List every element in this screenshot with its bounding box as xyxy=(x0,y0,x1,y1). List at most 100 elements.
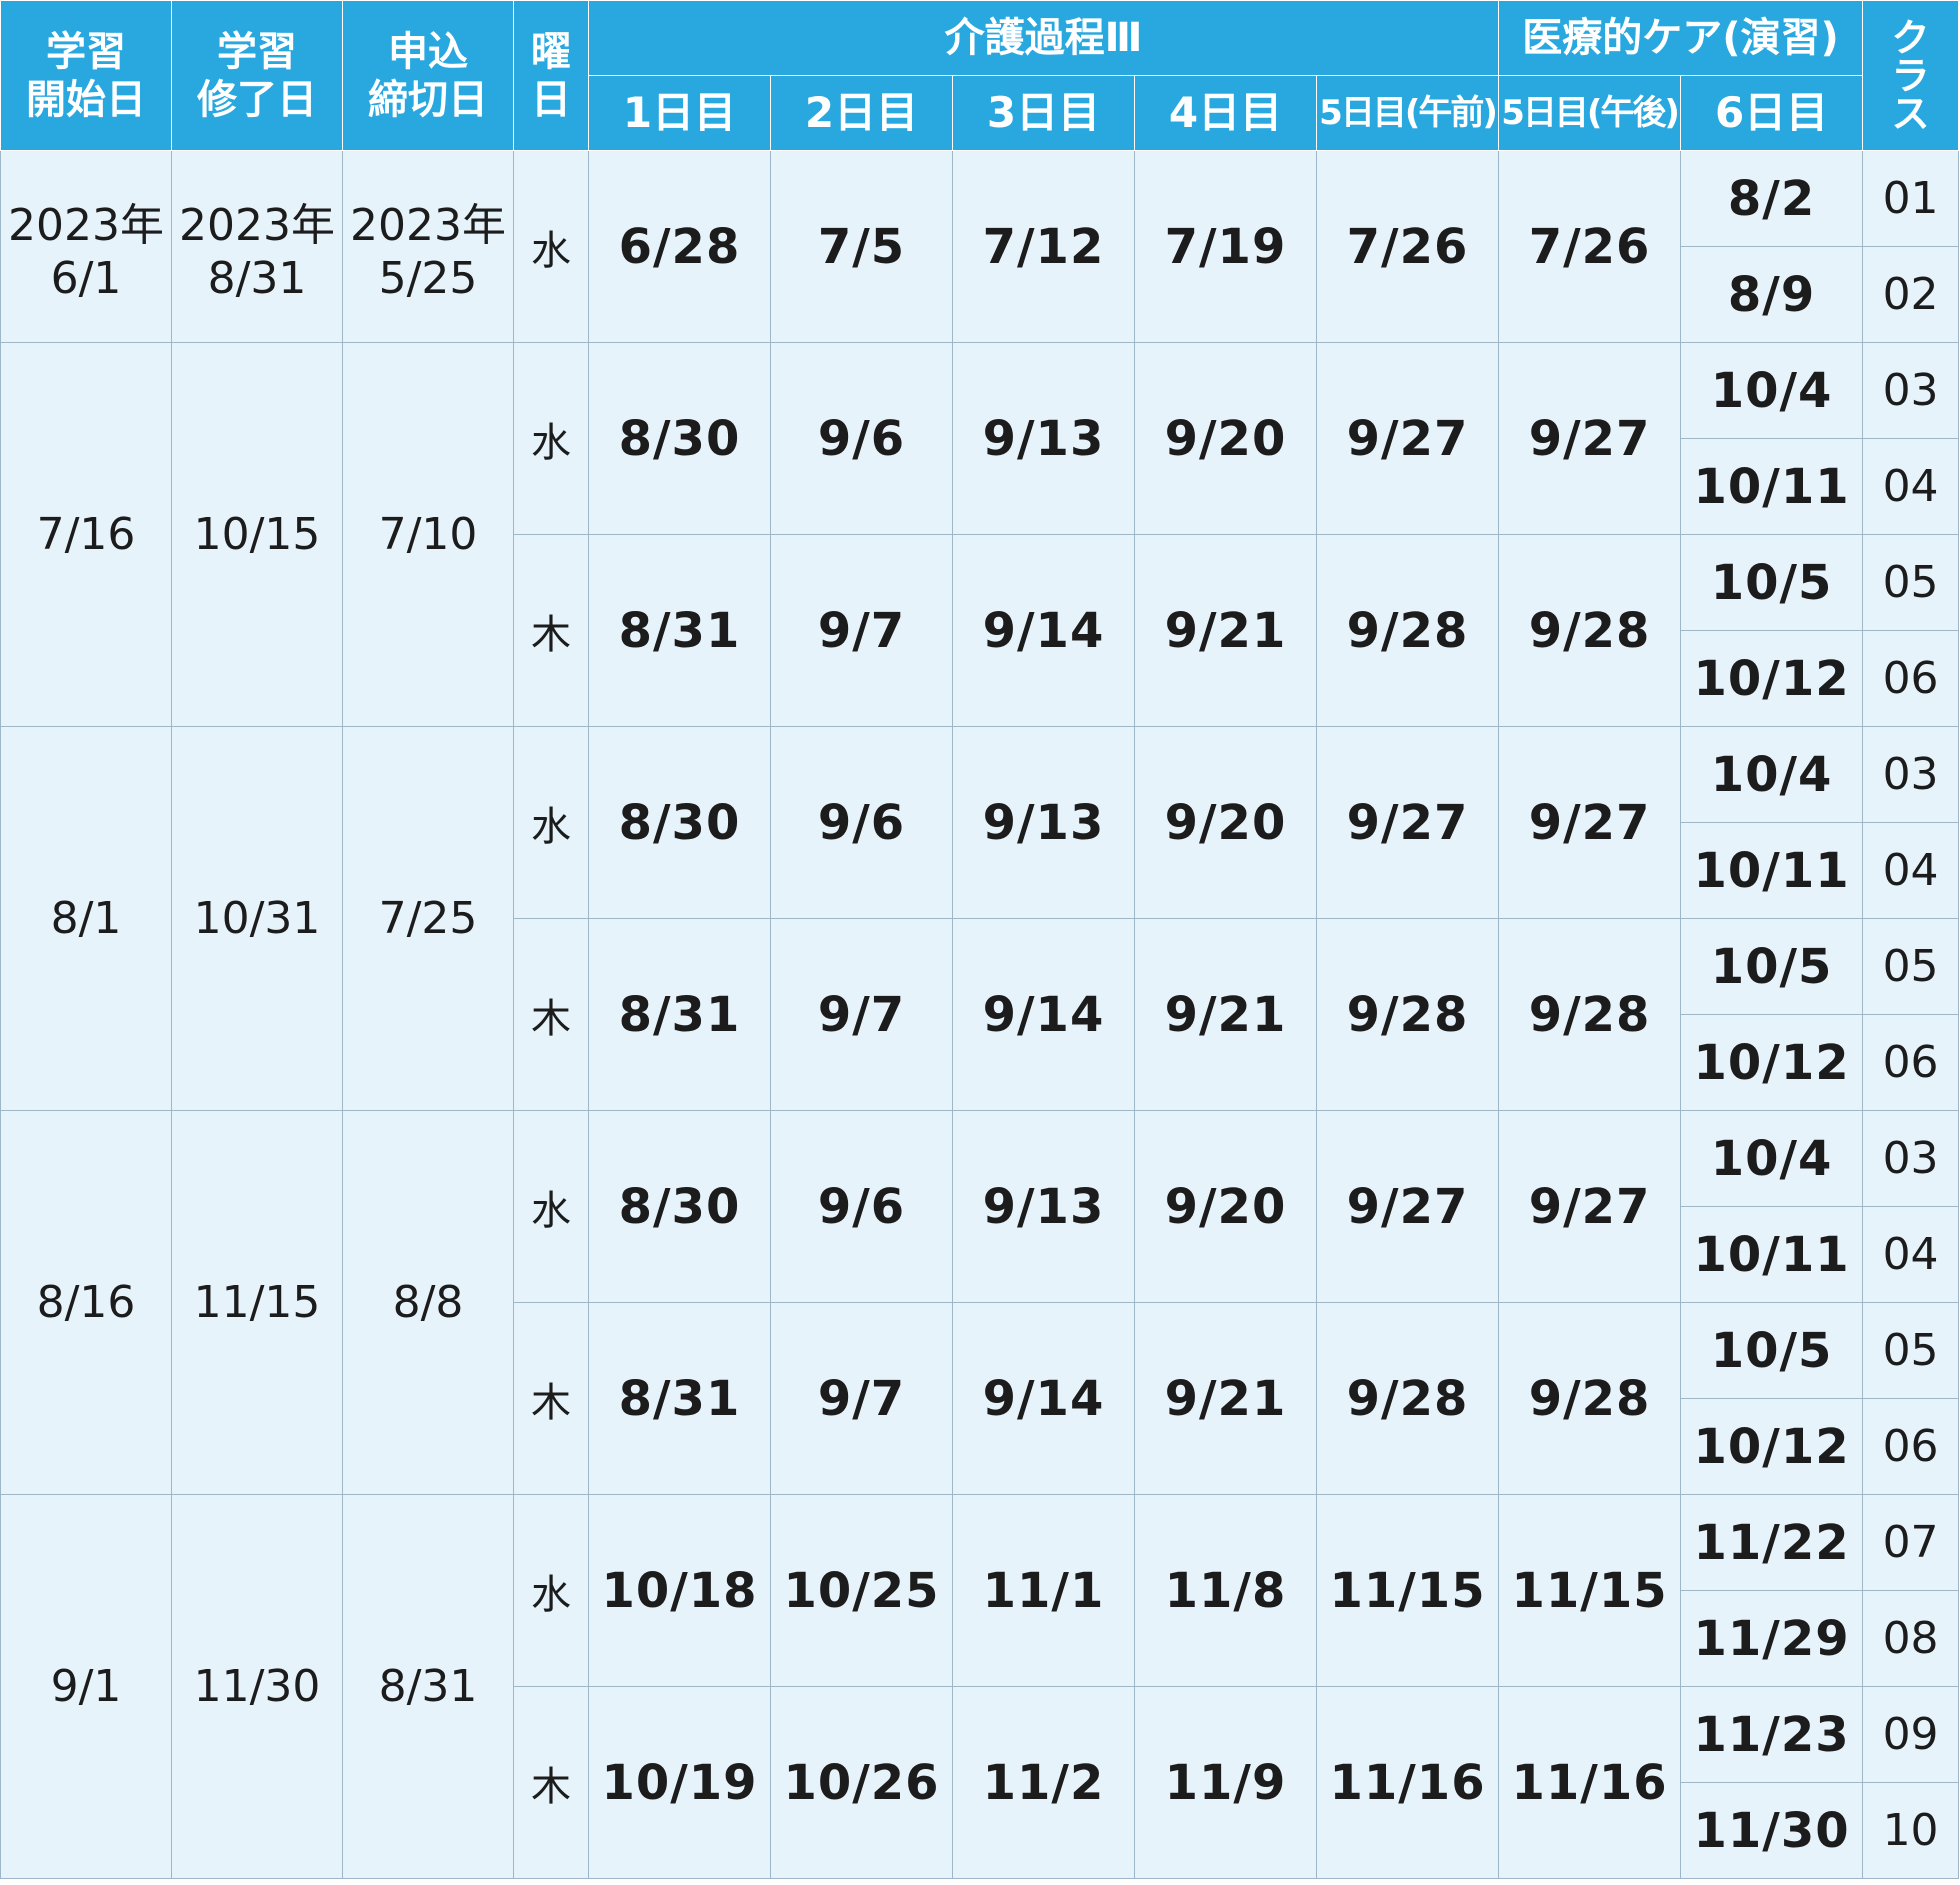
cell-class: 10 xyxy=(1862,1782,1960,1879)
cell-day-3: 9/14 xyxy=(952,1302,1135,1495)
cell-day-6: 9/27 xyxy=(1498,1110,1682,1303)
cell-day-3: 7/12 xyxy=(952,150,1135,343)
cell-end-date: 10/31 xyxy=(171,726,343,1111)
cell-day-6: 11/30 xyxy=(1680,1782,1864,1879)
cell-class: 06 xyxy=(1862,1398,1960,1495)
cell-class: 08 xyxy=(1862,1590,1960,1687)
cell-day-2: 9/6 xyxy=(770,342,953,535)
cell-day-6: 10/12 xyxy=(1680,630,1864,727)
table-row: 8/1 10/31 7/25 水 8/30 9/6 9/13 9/20 9/27 9/27 10/4… xyxy=(0,726,1960,1111)
cell-class: 09 xyxy=(1862,1686,1960,1783)
cell-class: 06 xyxy=(1862,630,1960,727)
cell-day-5: 7/26 xyxy=(1315,150,1500,343)
cell-day-5: 11/15 xyxy=(1315,1494,1500,1687)
cell-weekday: 水 xyxy=(513,342,589,535)
schedule-table: 学習 開始日 学習 修了日 申込 締切日 曜 日 介護過程Ⅲ 医療的ケア(演習)… xyxy=(0,0,1960,1879)
cell-start-date: 2023年 6/1 xyxy=(0,150,172,343)
cell-deadline: 7/10 xyxy=(342,342,514,727)
cell-day-2: 9/7 xyxy=(770,1302,953,1495)
cell-day-4: 11/8 xyxy=(1134,1494,1317,1687)
cell-class: 01 xyxy=(1862,150,1960,247)
cell-weekday: 木 xyxy=(513,918,589,1111)
cell-class: 05 xyxy=(1862,534,1960,631)
cell-day-6: 10/5 xyxy=(1680,1302,1864,1399)
cell-deadline: 7/25 xyxy=(342,726,514,1111)
cell-class: 04 xyxy=(1862,1206,1960,1303)
cell-day-6: 10/12 xyxy=(1680,1398,1864,1495)
cell-day-5: 9/28 xyxy=(1315,534,1500,727)
cell-day-6: 10/12 xyxy=(1680,1014,1864,1111)
cell-deadline: 2023年 5/25 xyxy=(342,150,514,343)
cell-day-4: 9/20 xyxy=(1134,1110,1317,1303)
cell-day-4: 9/21 xyxy=(1134,534,1317,727)
cell-end-date: 2023年 8/31 xyxy=(171,150,343,343)
cell-class: 02 xyxy=(1862,246,1960,343)
header-weekday: 曜 日 xyxy=(513,0,589,151)
cell-class: 04 xyxy=(1862,438,1960,535)
cell-day-5: 9/28 xyxy=(1315,918,1500,1111)
cell-day-3: 11/2 xyxy=(952,1686,1135,1879)
cell-day-5: 9/27 xyxy=(1315,1110,1500,1303)
cell-day-1: 8/30 xyxy=(588,726,771,919)
cell-day-6: 10/11 xyxy=(1680,822,1864,919)
cell-day-1: 8/31 xyxy=(588,534,771,727)
cell-class: 04 xyxy=(1862,822,1960,919)
cell-weekday: 水 xyxy=(513,150,589,343)
cell-day-6: 11/16 xyxy=(1498,1686,1682,1879)
header-day-1: 1日目 xyxy=(588,75,771,151)
cell-class: 05 xyxy=(1862,1302,1960,1399)
cell-day-4: 9/21 xyxy=(1134,918,1317,1111)
cell-start-date: 8/1 xyxy=(0,726,172,1111)
header-class: ク ラ ス xyxy=(1862,0,1960,151)
table-body: 2023年 6/1 2023年 8/31 2023年 5/25 水 6/28 7/5 7/1… xyxy=(0,150,1960,1879)
cell-day-5: 9/27 xyxy=(1315,342,1500,535)
header-day-5-pm: 5日目(午後) xyxy=(1498,75,1682,151)
cell-day-6: 10/4 xyxy=(1680,1110,1864,1207)
cell-day-3: 9/13 xyxy=(952,342,1135,535)
header-day-3: 3日目 xyxy=(952,75,1135,151)
cell-day-6: 10/11 xyxy=(1680,1206,1864,1303)
cell-day-6: 11/15 xyxy=(1498,1494,1682,1687)
header-group-iryo: 医療的ケア(演習) xyxy=(1498,0,1864,76)
cell-day-6: 8/2 xyxy=(1680,150,1864,247)
cell-class: 03 xyxy=(1862,726,1960,823)
cell-weekday: 水 xyxy=(513,726,589,919)
cell-start-date: 8/16 xyxy=(0,1110,172,1495)
cell-class: 07 xyxy=(1862,1494,1960,1591)
table-row: 7/16 10/15 7/10 水 8/30 9/6 9/13 9/20 9/27 9/27 10/… xyxy=(0,342,1960,727)
header-deadline: 申込 締切日 xyxy=(342,0,514,151)
table-row: 9/1 11/30 8/31 水 10/18 10/25 11/1 11/8 11/15 11/1… xyxy=(0,1494,1960,1879)
table-row: 2023年 6/1 2023年 8/31 2023年 5/25 水 6/28 7/5 7/1… xyxy=(0,150,1960,343)
cell-class: 03 xyxy=(1862,342,1960,439)
cell-weekday: 木 xyxy=(513,1686,589,1879)
cell-day-3: 9/14 xyxy=(952,534,1135,727)
cell-day-2: 7/5 xyxy=(770,150,953,343)
cell-day-1: 8/30 xyxy=(588,342,771,535)
cell-day-3: 11/1 xyxy=(952,1494,1135,1687)
header-group-kaigo: 介護過程Ⅲ xyxy=(587,0,1500,76)
cell-day-2: 10/25 xyxy=(770,1494,953,1687)
table-row: 8/16 11/15 8/8 水 8/30 9/6 9/13 9/20 9/27 9/27 10/4… xyxy=(0,1110,1960,1495)
cell-day-5: 9/27 xyxy=(1315,726,1500,919)
cell-end-date: 11/30 xyxy=(171,1494,343,1879)
cell-day-4: 9/20 xyxy=(1134,726,1317,919)
cell-end-date: 11/15 xyxy=(171,1110,343,1495)
cell-day-2: 9/7 xyxy=(770,918,953,1111)
cell-day-6: 10/4 xyxy=(1680,726,1864,823)
table-header: 学習 開始日 学習 修了日 申込 締切日 曜 日 介護過程Ⅲ 医療的ケア(演習)… xyxy=(0,0,1960,151)
cell-day-1: 8/31 xyxy=(588,1302,771,1495)
cell-day-6: 11/23 xyxy=(1680,1686,1864,1783)
cell-day-2: 9/6 xyxy=(770,726,953,919)
cell-day-4: 11/9 xyxy=(1134,1686,1317,1879)
header-day-6: 6日目 xyxy=(1680,75,1864,151)
cell-class: 05 xyxy=(1862,918,1960,1015)
cell-start-date: 7/16 xyxy=(0,342,172,727)
cell-weekday: 木 xyxy=(513,1302,589,1495)
header-day-5-am: 5日目(午前) xyxy=(1315,75,1500,151)
cell-day-4: 9/21 xyxy=(1134,1302,1317,1495)
cell-deadline: 8/31 xyxy=(342,1494,514,1879)
cell-day-6: 9/28 xyxy=(1498,534,1682,727)
header-day-2: 2日目 xyxy=(770,75,953,151)
cell-day-6: 10/4 xyxy=(1680,342,1864,439)
cell-end-date: 10/15 xyxy=(171,342,343,727)
